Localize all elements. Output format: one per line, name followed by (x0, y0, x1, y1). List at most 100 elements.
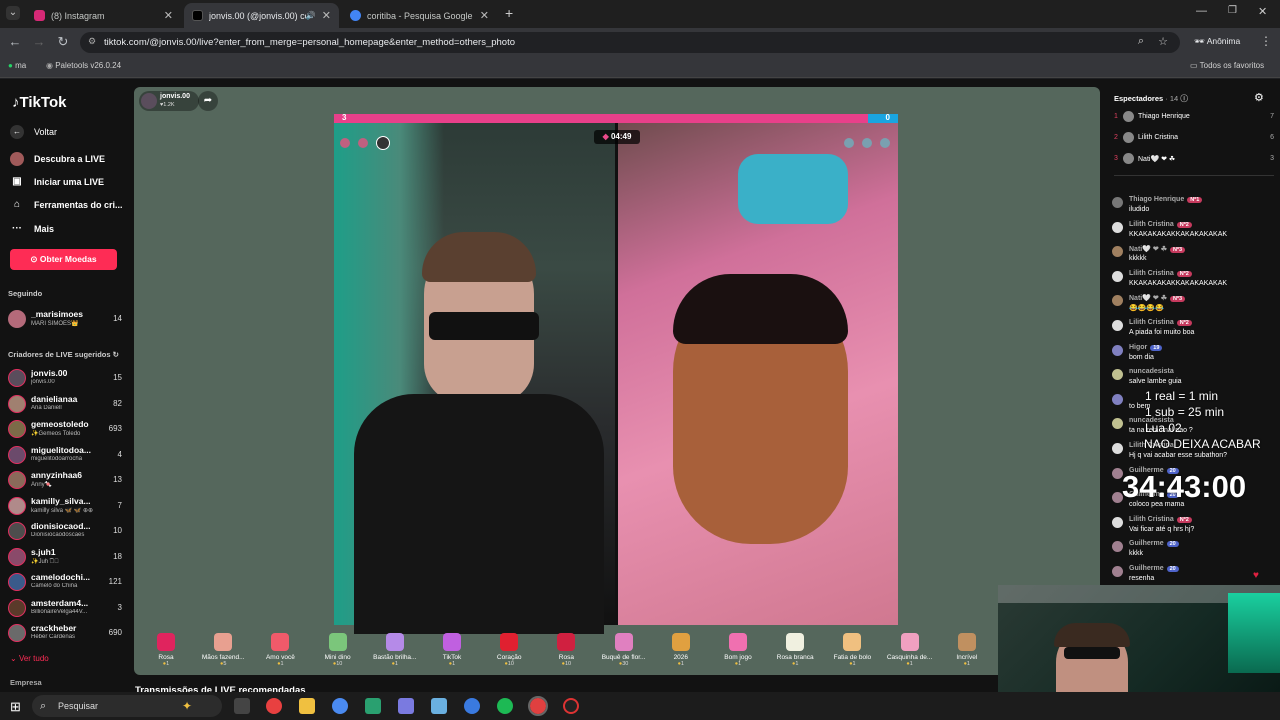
following-item[interactable]: _marisimoes MARI SIMÕES👑 14 (8, 308, 122, 330)
taskbar-search[interactable]: ⌕ Pesquisar ✦ (32, 695, 222, 717)
zoom-icon[interactable]: ⌕ (1138, 35, 1144, 48)
start-live-link[interactable]: ▣ Iniciar uma LIVE (10, 176, 104, 187)
discover-live-link[interactable]: Descubra a LIVE (10, 152, 105, 166)
creator-item[interactable]: gemeostoledo ✨Gemeos Toledo 693 (8, 418, 122, 440)
chat-message[interactable]: Nati🤍 ❤ ☘ Nº3 kkkkk (1112, 245, 1278, 267)
edge-icon[interactable] (464, 698, 480, 714)
gift-item[interactable]: Mãos fazend... ●5 (198, 633, 248, 667)
creator-item[interactable]: dionisiocaod... Dionisiocaodoscaes 10 (8, 520, 122, 542)
creator-item[interactable]: amsterdam4... BillionaireVelga44V... 3 (8, 597, 122, 619)
forward-arrow-icon[interactable]: → (31, 34, 47, 49)
maximize-button[interactable]: ❐ (1228, 5, 1237, 16)
incognito-profile[interactable]: 🕶 Anônima (1194, 36, 1240, 47)
file-explorer-icon[interactable] (299, 698, 315, 714)
creator-tools-link[interactable]: ⌂ Ferramentas do cri... (10, 199, 123, 210)
reload-icon[interactable]: ↻ (55, 34, 71, 50)
minimize-button[interactable]: — (1196, 5, 1207, 17)
gift-name: Fatia de bolo (833, 654, 872, 661)
url-field[interactable]: ⚙ tiktok.com/@jonvis.00/live?enter_from_… (80, 32, 1180, 53)
see-all-link[interactable]: ⌄ Ver tudo (10, 654, 49, 663)
obs-icon[interactable] (563, 698, 579, 714)
app-icon[interactable] (431, 698, 447, 714)
speaker-icon[interactable]: 🔊 (306, 11, 316, 20)
close-window-button[interactable]: ✕ (1258, 5, 1267, 18)
viewer-row[interactable]: 2 Lilith Cristina 6 (1114, 132, 1274, 146)
info-icon[interactable]: ⓘ (1180, 94, 1188, 103)
creator-item[interactable]: s.juh1 ✨Juh ͡𖥔⃟ 18 (8, 546, 122, 568)
app-icon[interactable] (266, 698, 282, 714)
gift-item[interactable]: Casquinha de... ●1 (885, 633, 935, 667)
viewer-row[interactable]: 3 Nati🤍 ❤ ☘ 3 (1114, 153, 1274, 167)
chat-text: KKAKAKAKAKKAKAKAKAKAK (1129, 230, 1228, 238)
bookmark-paletools[interactable]: ◉ Paletools v26.0.24 (46, 61, 121, 70)
host-info[interactable]: jonvis.00 ♥1.2K (139, 91, 199, 111)
viewer-row[interactable]: 1 Thiago Henrique 7 (1114, 111, 1274, 125)
gift-item[interactable]: Fatia de bolo ●1 (827, 633, 877, 667)
chat-message[interactable]: Lilith Cristina Nº2 KKAKAKAKAKKAKAKAKAKAK (1112, 270, 1278, 292)
gift-item[interactable]: Coração ●10 (484, 633, 534, 667)
gift-item[interactable]: TikTok ●1 (427, 633, 477, 667)
left-supporters[interactable] (340, 136, 390, 150)
bookmark-whatsapp[interactable]: ● ma (8, 61, 26, 70)
all-bookmarks[interactable]: ▭ Todos os favoritos (1190, 61, 1264, 70)
heart-icon[interactable]: ♥ (1253, 570, 1259, 581)
chat-user: Thiago Henrique Nº1 (1129, 196, 1203, 203)
chat-message[interactable]: nuncadesista salve lambe guia (1112, 368, 1278, 390)
tab-search-button[interactable]: ⌄ (6, 6, 20, 20)
chat-message[interactable]: Nati🤍 ❤ ☘ Nº3 😂😂😂😂 (1112, 294, 1278, 316)
gift-item[interactable]: Rosa branca ●1 (770, 633, 820, 667)
tab-instagram[interactable]: (8) Instagram ✕ (26, 3, 181, 28)
chat-message[interactable]: Lilith Cristina Nº2 KKAKAKAKAKKAKAKAKAKAK (1112, 221, 1278, 243)
creator-item[interactable]: jonvis.00 jonvis.00 15 (8, 367, 122, 389)
creator-item[interactable]: kamilly_silva... kamilly silva 🦋 🦋 ⊕⊕ 7 (8, 495, 122, 517)
gift-item[interactable]: Incrível ●1 (942, 633, 992, 667)
creator-item[interactable]: annyzinhaa6 Anny🍬 13 (8, 469, 122, 491)
back-arrow-icon[interactable]: ← (7, 34, 23, 49)
share-icon[interactable]: ➦ (198, 91, 218, 111)
more-link[interactable]: ··· Mais (10, 223, 54, 234)
menu-kebab-icon[interactable]: ⋮ (1260, 34, 1272, 48)
chat-message[interactable]: Thiago Henrique Nº1 iludido (1112, 196, 1278, 218)
chat-message[interactable]: Higor 19 bom dia (1112, 344, 1278, 366)
refresh-icon[interactable]: ↻ (113, 350, 119, 359)
close-tab-icon[interactable]: ✕ (164, 9, 173, 22)
bookmark-star-icon[interactable]: ☆ (1158, 35, 1168, 48)
get-coins-button[interactable]: ⊙ Obter Moedas (10, 249, 117, 270)
creator-item[interactable]: crackheber Heber Cardenas 690 (8, 622, 122, 644)
back-link[interactable]: ← Voltar (10, 125, 57, 139)
spotify-icon[interactable] (497, 698, 513, 714)
task-view-icon[interactable] (234, 698, 250, 714)
chat-message[interactable]: Lilith Cristina Nº2 A piada foi muito boa (1112, 319, 1278, 341)
right-supporters[interactable] (844, 136, 894, 150)
creator-item[interactable]: danielianaa Ana Daniell 82 (8, 393, 122, 415)
gift-item[interactable]: Mini dino ●10 (313, 633, 363, 667)
new-tab-button[interactable]: + (505, 5, 513, 21)
tab-tiktok[interactable]: jonvis.00 (@jonvis.00) com 🔊 ✕ (184, 3, 339, 28)
close-tab-icon[interactable]: ✕ (322, 9, 331, 22)
chat-message[interactable]: Guilherme 20 kkkk (1112, 540, 1278, 562)
chrome-icon[interactable] (332, 698, 348, 714)
chrome-active-icon[interactable] (528, 696, 548, 716)
site-info-icon[interactable]: ⚙ (88, 36, 96, 47)
gift-item[interactable]: Buquê de flor... ●30 (599, 633, 649, 667)
tab-google[interactable]: coritiba - Pesquisa Google ✕ (342, 3, 497, 28)
gift-item[interactable]: Rosa ●1 (141, 633, 191, 667)
close-tab-icon[interactable]: ✕ (480, 9, 489, 22)
rank-badge: Nº1 (1187, 197, 1203, 203)
gift-item[interactable]: Bom jogo ●1 (713, 633, 763, 667)
gift-name: Amo você (265, 654, 295, 661)
creator-item[interactable]: camelodochi... Camelô do China 121 (8, 571, 122, 593)
gift-item[interactable]: Bastão brilha... ●1 (370, 633, 420, 667)
gift-item[interactable]: Amo você ●1 (255, 633, 305, 667)
tiktok-logo[interactable]: ♪TikTok (12, 94, 66, 111)
chat-message[interactable]: Lilith Cristina Nº2 Vai ficar até q hrs h… (1112, 516, 1278, 538)
gift-item[interactable]: Rosa ●10 (541, 633, 591, 667)
battle-timer: ◆ 04:49 (594, 130, 640, 144)
app-icon[interactable] (398, 698, 414, 714)
windows-start-icon[interactable]: ⊞ (10, 699, 21, 715)
gift-item[interactable]: 2026 ●1 (656, 633, 706, 667)
creator-item[interactable]: miguelitodoa... miguelitodoarrocha 4 (8, 444, 122, 466)
settings-gear-icon[interactable]: ⚙ (1254, 91, 1264, 104)
app-icon[interactable] (365, 698, 381, 714)
battle-video[interactable]: 3 0 ◆ 04:49 (334, 113, 898, 634)
